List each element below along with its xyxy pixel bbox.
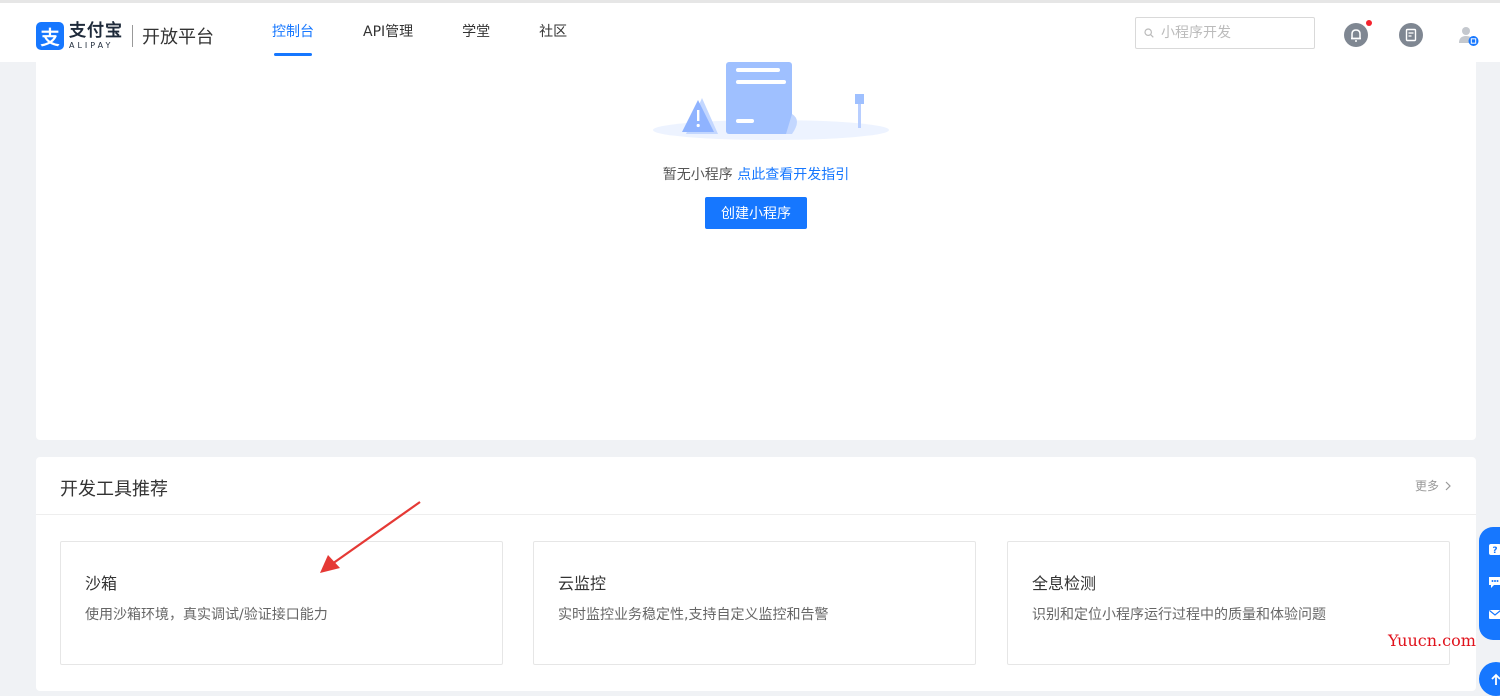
empty-state-message: 暂无小程序 点此查看开发指引 [36,164,1476,184]
search-box[interactable] [1135,17,1315,49]
search-input[interactable] [1159,24,1313,42]
tool-card-holographic-check[interactable]: 全息检测 识别和定位小程序运行过程中的质量和体验问题 [1007,541,1450,665]
tool-card-title: 沙箱 [85,574,118,593]
dev-tools-title: 开发工具推荐 [60,479,168,500]
logo-cn-text: 支付宝 [69,20,123,41]
help-icon[interactable]: ? [1488,543,1500,557]
top-header: 支 支付宝 ALIPAY 开放平台 控制台 API管理 学堂 社区 [0,0,1500,62]
logo-separator [132,25,133,47]
chat-icon[interactable] [1488,575,1500,589]
bell-icon[interactable] [1344,23,1368,47]
tool-card-description: 识别和定位小程序运行过程中的质量和体验问题 [1032,607,1326,623]
mail-icon[interactable] [1488,607,1500,621]
more-link-label: 更多 [1414,479,1439,493]
back-to-top-icon [1491,673,1500,685]
logo-en-text: ALIPAY [69,40,114,50]
main-nav: 控制台 API管理 学堂 社区 [272,3,616,62]
user-icon[interactable] [1456,23,1480,47]
floating-service-panel: ? [1479,527,1500,640]
annotation-arrow-icon [320,501,421,573]
nav-community[interactable]: 社区 [539,3,567,62]
section-divider [36,514,1476,515]
search-icon [1144,28,1154,38]
tool-card-title: 云监控 [558,574,607,593]
tool-card-description: 实时监控业务稳定性,支持自定义监控和告警 [558,607,829,623]
empty-state-text: 暂无小程序 [662,167,733,183]
document-icon[interactable] [1399,23,1423,47]
back-to-top-button[interactable] [1479,662,1500,696]
tool-card-sandbox[interactable]: 沙箱 使用沙箱环境，真实调试/验证接口能力 [60,541,503,665]
nav-api-management[interactable]: API管理 [363,3,413,62]
create-mini-program-button[interactable]: 创建小程序 [705,197,807,229]
svg-text:?: ? [1492,546,1497,556]
alipay-logo-mark: 支 [36,22,64,50]
tool-card-title: 全息检测 [1032,574,1097,593]
nav-console[interactable]: 控制台 [272,3,314,62]
dev-guide-link[interactable]: 点此查看开发指引 [737,167,849,183]
notification-dot [1366,20,1372,26]
platform-title: 开放平台 [142,27,214,48]
more-link[interactable]: 更多 [1415,477,1452,494]
empty-state-illustration [653,62,889,140]
tool-card-cloud-monitor[interactable]: 云监控 实时监控业务稳定性,支持自定义监控和告警 [533,541,976,665]
tool-card-description: 使用沙箱环境，真实调试/验证接口能力 [85,607,328,623]
watermark-text: Yuucn.com [1388,631,1476,650]
chevron-right-icon [1445,481,1451,490]
nav-academy[interactable]: 学堂 [462,3,490,62]
alipay-logo[interactable]: 支 支付宝 ALIPAY 开放平台 [36,21,214,51]
dev-tools-card: 开发工具推荐 更多 沙箱 使用沙箱环境，真实调试/验证接口能力 云监控 实时监控… [36,457,1476,691]
logo-wordmark: 支付宝 ALIPAY [69,20,123,50]
mini-program-card: 暂无小程序 点此查看开发指引 创建小程序 [36,62,1476,440]
